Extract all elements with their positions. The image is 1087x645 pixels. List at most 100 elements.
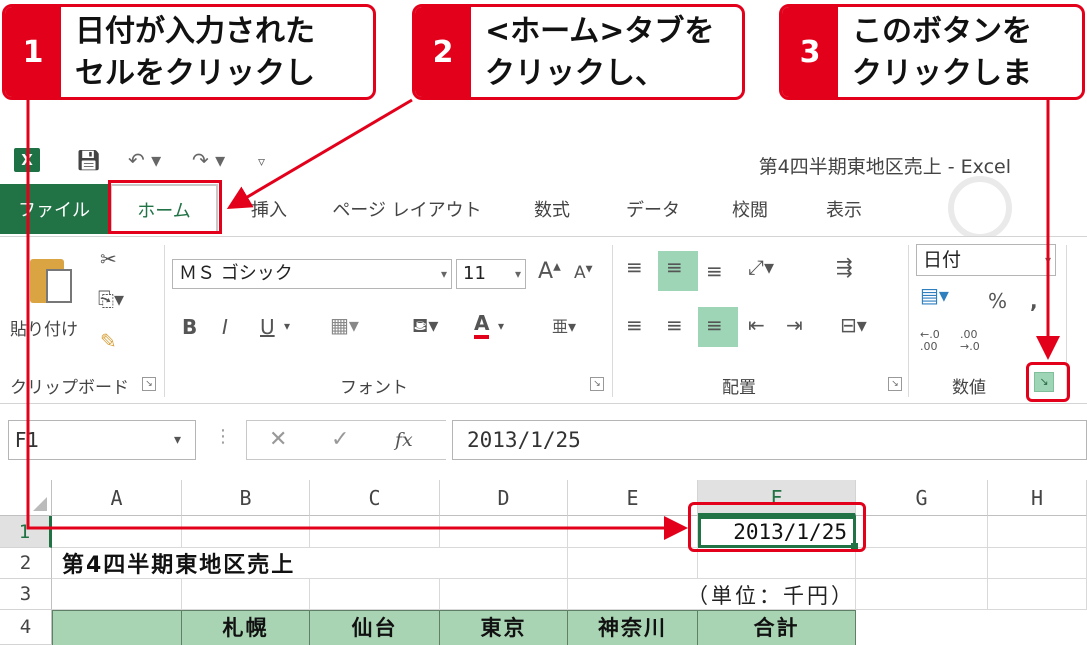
font-size-combo[interactable]: 11 ▾ [456, 259, 526, 289]
cell-h3[interactable] [988, 579, 1087, 610]
tab-page-layout[interactable]: ページ レイアウト [320, 184, 494, 234]
accounting-format-icon[interactable]: ▤▾ [920, 283, 949, 307]
undo-icon[interactable]: ↶ ▾ [128, 148, 161, 172]
tab-review[interactable]: 校閲 [712, 184, 788, 234]
fill-color-icon[interactable]: ⛾▾ [412, 313, 438, 340]
increase-indent-icon[interactable]: ⇥ [786, 313, 803, 337]
italic-icon[interactable]: I [222, 315, 228, 339]
wrap-text-icon[interactable]: ⇶ [836, 255, 853, 279]
cell-highlight [688, 502, 866, 552]
align-right-icon[interactable]: ≡ [706, 313, 723, 337]
align-middle-icon[interactable]: ≡ [666, 255, 683, 279]
cell-b1[interactable] [182, 516, 310, 548]
callout-step-1: 1 日付が入力された セルをクリックして、 [2, 4, 376, 100]
name-box[interactable]: F1 ▾ [8, 420, 196, 460]
cell-d1[interactable] [440, 516, 568, 548]
step-text: このボタンを クリックします。 [852, 14, 1032, 91]
phonetic-icon[interactable]: 亜▾ [552, 313, 576, 337]
decrease-decimal-icon[interactable]: .00 →.0 [960, 329, 980, 353]
cancel-icon[interactable]: ✕ [269, 427, 287, 452]
orientation-icon[interactable]: ⤢▾ [748, 255, 774, 279]
cell-a3[interactable] [52, 579, 182, 610]
column-header[interactable]: A [52, 480, 182, 516]
decrease-indent-icon[interactable]: ⇤ [748, 313, 765, 337]
insert-function-icon[interactable]: fx [395, 429, 413, 451]
formula-input[interactable]: 2013/1/25 [452, 420, 1087, 460]
copy-icon[interactable]: ⎘▾ [98, 287, 124, 311]
table-header-cell[interactable]: 合計 [698, 610, 856, 645]
redo-icon[interactable]: ↷ ▾ [192, 148, 225, 172]
cell-b3[interactable] [182, 579, 310, 610]
cell-c1[interactable] [310, 516, 440, 548]
cell-a1[interactable] [52, 516, 182, 548]
table-header-cell[interactable]: 仙台 [310, 610, 440, 645]
row-header[interactable]: 3 [0, 579, 52, 610]
row-header[interactable]: 4 [0, 610, 52, 645]
column-header[interactable]: C [310, 480, 440, 516]
table-header-cell[interactable]: 東京 [440, 610, 568, 645]
cell-e1[interactable] [568, 516, 698, 548]
font-name-combo[interactable]: ＭＳ ゴシック ▾ [172, 259, 452, 289]
percent-icon[interactable]: % [988, 289, 1007, 313]
comma-icon[interactable]: , [1030, 289, 1038, 313]
column-header[interactable]: B [182, 480, 310, 516]
tab-formulas[interactable]: 数式 [512, 184, 592, 234]
tab-view[interactable]: 表示 [806, 184, 882, 234]
cell-g1[interactable] [856, 516, 988, 548]
align-bottom-icon[interactable]: ≡ [706, 259, 723, 283]
paste-icon[interactable] [30, 253, 74, 305]
font-group-label: フォント [340, 378, 408, 398]
underline-icon[interactable]: U [260, 315, 275, 339]
save-icon[interactable]: 💾︎ [76, 148, 101, 172]
unit-label: （単位：千円） [687, 584, 855, 608]
align-center-icon[interactable]: ≡ [666, 313, 683, 337]
cell-h2[interactable] [988, 548, 1087, 579]
shrink-font-icon[interactable]: A▼ [574, 263, 593, 283]
cell-g3[interactable] [856, 579, 988, 610]
align-top-icon[interactable]: ≡ [626, 255, 643, 279]
table-header-cell[interactable]: 神奈川 [568, 610, 698, 645]
column-header[interactable]: H [988, 480, 1087, 516]
alignment-group-label: 配置 [722, 378, 756, 398]
column-header[interactable]: E [568, 480, 698, 516]
column-header[interactable]: G [856, 480, 988, 516]
row-header[interactable]: 2 [0, 548, 52, 579]
chevron-down-icon[interactable]: ▾ [284, 319, 290, 333]
tab-data[interactable]: データ [612, 184, 694, 234]
merge-center-icon[interactable]: ⊟▾ [840, 313, 867, 337]
row-header[interactable]: 1 [0, 516, 52, 548]
cell-d2[interactable] [440, 548, 568, 579]
drag-handle-icon[interactable]: ⋮ [214, 426, 232, 447]
tab-insert[interactable]: 挿入 [236, 184, 302, 234]
cell-g2[interactable] [856, 548, 988, 579]
font-color-icon[interactable]: A [474, 311, 490, 339]
cut-icon[interactable]: ✂ [100, 247, 117, 271]
callout-step-3: 3 このボタンを クリックします。 [779, 4, 1085, 100]
align-left-icon[interactable]: ≡ [626, 313, 643, 337]
chevron-down-icon[interactable]: ▾ [498, 319, 504, 333]
paste-button-label[interactable]: 貼り付け [10, 315, 78, 340]
table-header-cell[interactable] [52, 610, 182, 645]
customize-qat-icon[interactable]: ▿ [258, 154, 265, 170]
table-header-cell[interactable]: 札幌 [182, 610, 310, 645]
clipboard-launcher-icon[interactable]: ↘ [142, 377, 156, 391]
number-group-label: 数値 [952, 378, 986, 398]
cell-h1[interactable] [988, 516, 1087, 548]
tab-file[interactable]: ファイル [0, 184, 108, 234]
increase-decimal-icon[interactable]: ←.0 .00 [920, 329, 940, 353]
alignment-launcher-icon[interactable]: ↘ [888, 377, 902, 391]
bold-icon[interactable]: B [182, 315, 197, 339]
enter-icon[interactable]: ✓ [331, 427, 349, 452]
number-format-combo[interactable]: 日付 ▾ [916, 244, 1056, 276]
borders-icon[interactable]: ▦▾ [330, 313, 359, 337]
select-all-corner[interactable] [0, 480, 52, 516]
column-header[interactable]: D [440, 480, 568, 516]
cell-e2[interactable] [568, 548, 698, 579]
step-text: 日付が入力された セルをクリックして、 [75, 14, 315, 91]
format-painter-icon[interactable]: ✎ [100, 329, 117, 353]
grow-font-icon[interactable]: A▲ [538, 259, 561, 284]
cell-c3[interactable] [310, 579, 440, 610]
cell-f2[interactable] [698, 548, 856, 579]
cell-d3[interactable] [440, 579, 568, 610]
font-launcher-icon[interactable]: ↘ [590, 377, 604, 391]
